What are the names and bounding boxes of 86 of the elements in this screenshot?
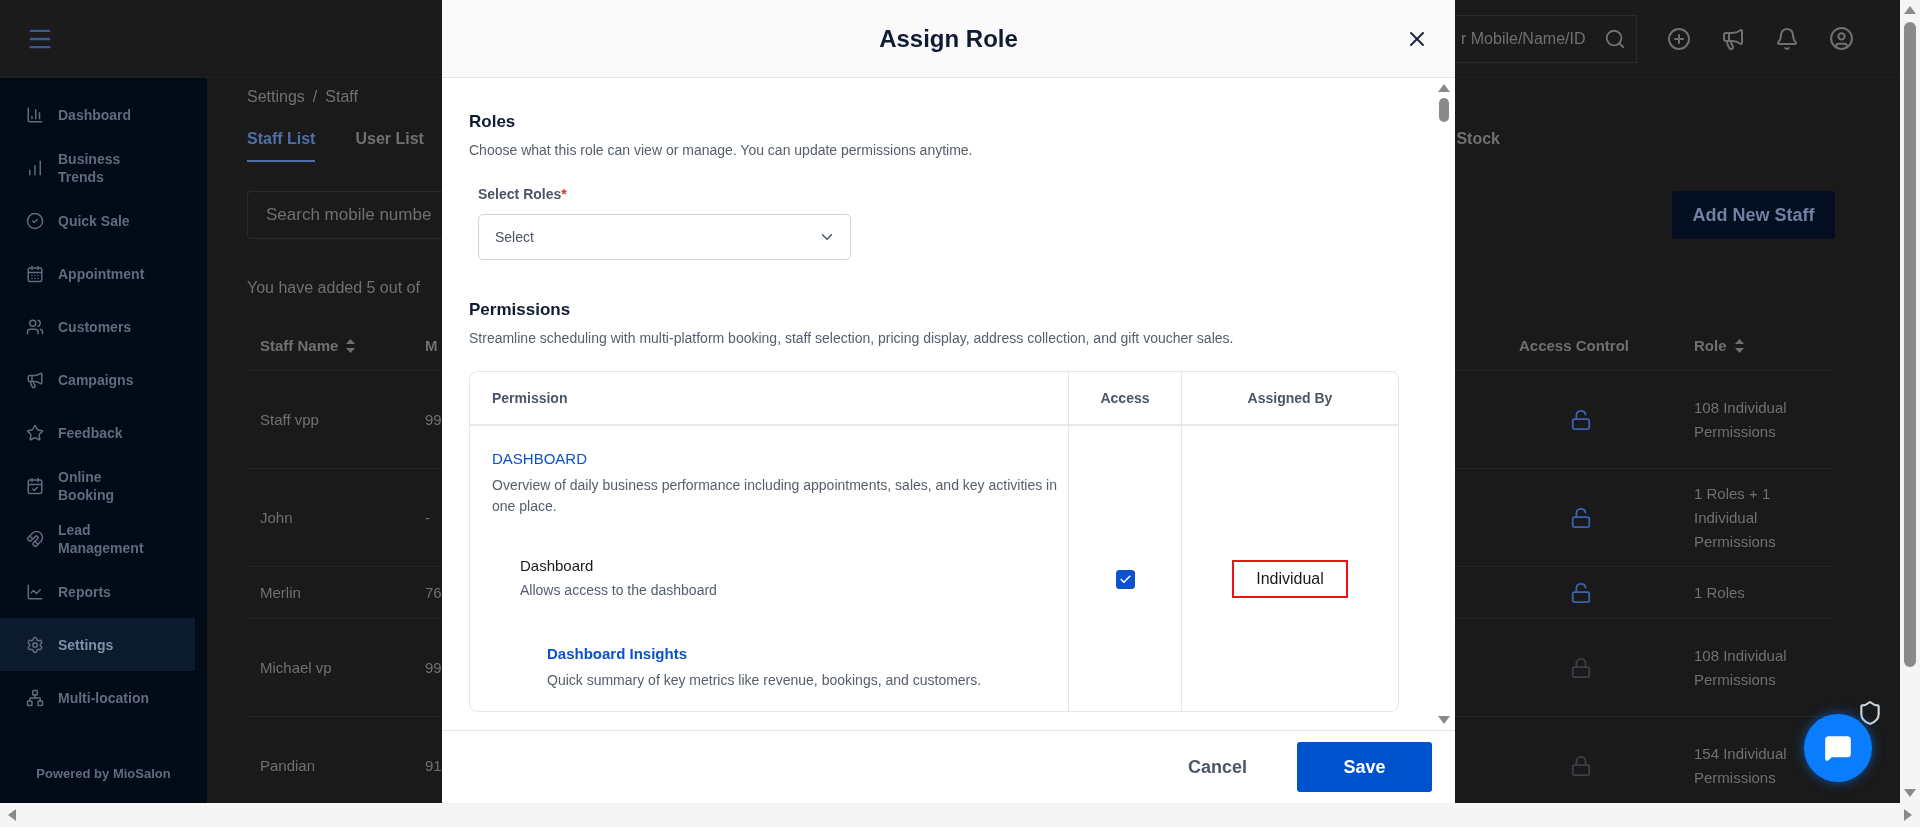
sidebar-item[interactable]: Multi-location <box>0 671 195 724</box>
sidebar-item[interactable]: Lead Management <box>0 512 195 565</box>
sidebar-item[interactable]: Quick Sale <box>0 194 195 247</box>
table-cell-text: 108 Individual Permissions <box>1694 645 1788 690</box>
sidebar-item[interactable]: Customers <box>0 300 195 353</box>
table-cell: Staff vpp <box>247 371 412 469</box>
section-description: Choose what this role can view or manage. You can update permissions anytime. <box>469 142 974 158</box>
scrollbar-thumb[interactable] <box>1439 98 1449 122</box>
table-cell-text: 1 Roles + 1 Individual Permissions <box>1694 483 1777 552</box>
column-header: Staff Name <box>247 321 412 371</box>
column-header: Permission <box>470 372 1068 426</box>
nav-icon <box>26 582 44 601</box>
megaphone-icon[interactable] <box>1721 26 1745 51</box>
field-label: Select Roles* <box>478 186 568 202</box>
column-header: Access Control <box>1480 321 1681 371</box>
nav-icon <box>26 529 44 548</box>
table-cell-text: 154 Individual Permissions <box>1694 743 1788 788</box>
sub-permission-description: Quick summary of key metrics like revenue, bookings, and customers. <box>547 671 982 690</box>
shield-icon[interactable] <box>1857 700 1883 726</box>
column-header: Role <box>1681 321 1835 371</box>
permission-description: Allows access to the dashboard <box>520 581 717 600</box>
access-checkbox[interactable] <box>1115 569 1135 589</box>
user-icon[interactable] <box>1829 26 1854 51</box>
nav-icon <box>26 688 44 707</box>
sidebar-item[interactable]: Campaigns <box>0 353 195 406</box>
sidebar-item[interactable]: Feedback <box>0 406 195 459</box>
roles-select[interactable]: Select <box>478 214 851 260</box>
save-button[interactable]: Save <box>1297 742 1432 792</box>
breadcrumb-item: / <box>312 88 318 106</box>
scroll-down-icon[interactable] <box>1438 716 1450 724</box>
tab[interactable]: Staff List <box>247 124 316 162</box>
nav-icon <box>26 423 44 442</box>
column-header: Access <box>1068 372 1181 426</box>
check-icon <box>1118 572 1132 586</box>
sidebar-item[interactable]: Online Booking <box>0 459 195 512</box>
sidebar-item[interactable]: Reports <box>0 565 195 618</box>
bell-icon[interactable] <box>1775 26 1799 51</box>
unlock-icon[interactable] <box>1569 506 1592 529</box>
summary-text: You have added 5 out of <box>247 279 420 297</box>
add-staff-button[interactable]: Add New Staff <box>1672 191 1835 239</box>
sidebar-item[interactable]: Dashboard <box>0 88 195 141</box>
powered-by-text: Powered by MioSalon <box>35 766 172 781</box>
nav-icon <box>26 317 44 336</box>
scroll-down-icon[interactable] <box>1904 789 1916 797</box>
sort-icon[interactable] <box>346 338 356 353</box>
section-heading: Roles <box>469 112 517 132</box>
nav-icon <box>26 158 44 177</box>
tab[interactable]: User List <box>355 124 424 162</box>
nav-icon <box>26 635 44 654</box>
cancel-button[interactable]: Cancel <box>1187 756 1247 778</box>
scrollbar-thumb[interactable] <box>1904 22 1916 667</box>
search-icon[interactable] <box>1604 27 1626 50</box>
unlock-icon[interactable] <box>1569 581 1592 604</box>
table-cell-text: 1 Roles <box>1694 582 1746 603</box>
assigned-by-text: Individual <box>1232 560 1348 598</box>
sidebar-item[interactable]: Settings <box>0 618 195 671</box>
scroll-up-icon[interactable] <box>1904 6 1916 14</box>
nav-icon <box>26 476 44 495</box>
table-cell: John <box>247 469 412 567</box>
permission-name: Dashboard <box>520 557 594 574</box>
scroll-up-icon[interactable] <box>1438 84 1450 92</box>
scroll-left-icon[interactable] <box>8 809 16 821</box>
breadcrumb-item: Settings <box>247 88 305 106</box>
scroll-right-icon[interactable] <box>1904 809 1912 821</box>
nav-icon <box>26 264 44 283</box>
breadcrumb-item: Staff <box>325 88 358 106</box>
group-description: Overview of daily business performance including appointments, sales, and key activities in one place. <box>492 476 1058 516</box>
column-header: Assigned By <box>1181 372 1398 426</box>
add-icon[interactable] <box>1667 26 1691 51</box>
unlock-icon[interactable] <box>1569 408 1592 431</box>
table-cell: Michael vp <box>247 619 412 717</box>
nav-icon <box>26 105 44 124</box>
sidebar-item[interactable]: Business Trends <box>0 141 195 194</box>
sub-permission-name: Dashboard Insights <box>547 645 688 662</box>
sidebar-item[interactable]: Appointment <box>0 247 195 300</box>
tab[interactable]: Stock <box>1456 124 1500 148</box>
nav-icon <box>26 211 44 230</box>
table-cell-text: 108 Individual Permissions <box>1694 397 1788 442</box>
sort-icon[interactable] <box>1734 338 1744 353</box>
dialog-title: Assign Role <box>879 24 1018 53</box>
group-title: DASHBOARD <box>492 450 588 467</box>
section-description: Streamline scheduling with multi-platform booking, staff selection, pricing display, address collection, and gift voucher sales. <box>469 330 1235 346</box>
section-heading: Permissions <box>469 300 572 320</box>
chat-icon[interactable] <box>1824 734 1852 762</box>
table-cell: Merlin <box>247 567 412 619</box>
nav-icon <box>26 370 44 389</box>
